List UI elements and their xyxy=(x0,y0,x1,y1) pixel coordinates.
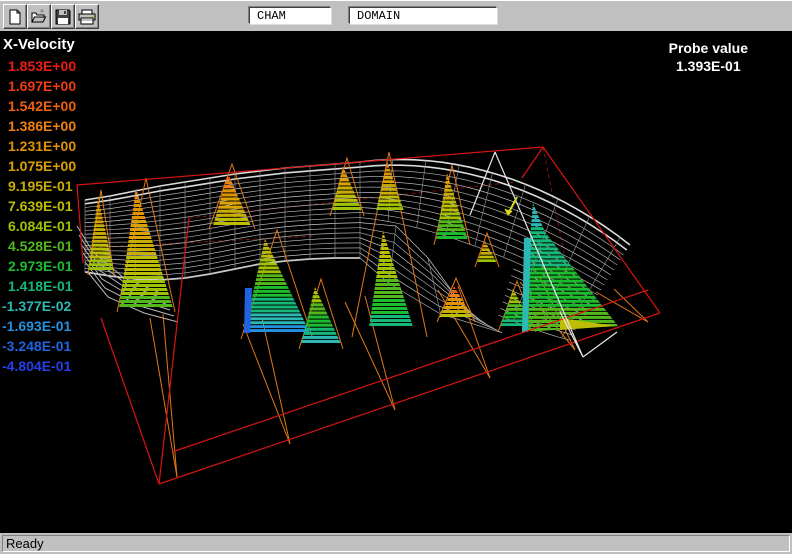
legend-entry: 1.697E+00 xyxy=(2,76,122,96)
velocity-profile xyxy=(117,188,175,307)
status-message: Ready xyxy=(2,535,790,552)
print-icon xyxy=(78,9,96,25)
legend-entry: 1.418E-01 xyxy=(2,276,122,296)
legend-entry: 1.386E+00 xyxy=(2,116,122,136)
legend-entry: -3.248E-01 xyxy=(2,336,122,356)
probe-label: Probe value xyxy=(669,39,748,57)
print-button[interactable] xyxy=(75,4,99,29)
cham-field[interactable]: CHAM xyxy=(249,7,331,24)
legend-entry: 1.542E+00 xyxy=(2,96,122,116)
new-button[interactable] xyxy=(3,4,27,29)
legend-entry: 9.195E-01 xyxy=(2,176,122,196)
legend-entry: -1.693E-01 xyxy=(2,316,122,336)
domain-field[interactable]: DOMAIN xyxy=(349,7,497,24)
save-floppy-icon xyxy=(55,9,71,25)
toolbar: CHAM DOMAIN xyxy=(0,0,792,31)
new-file-icon xyxy=(7,9,23,25)
velocity-profile xyxy=(437,286,475,317)
graphics-viewport[interactable]: X-Velocity 1.853E+001.697E+001.542E+001.… xyxy=(0,31,792,533)
save-button[interactable] xyxy=(51,4,75,29)
velocity-profile xyxy=(520,203,620,331)
legend-entry: 6.084E-01 xyxy=(2,216,122,236)
open-folder-icon xyxy=(31,9,47,25)
legend-entry: -1.377E-02 xyxy=(2,296,122,316)
legend-entry: 4.528E-01 xyxy=(2,236,122,256)
legend-entry: 2.973E-01 xyxy=(2,256,122,276)
phoenics-viewer-window: CHAM DOMAIN X-Velocity 1.853E+001.697E+0… xyxy=(0,0,792,554)
legend-entry: 1.853E+00 xyxy=(2,56,122,76)
probe-readout: Probe value 1.393E-01 xyxy=(669,39,748,75)
velocity-profile xyxy=(242,239,312,332)
legend-title: X-Velocity xyxy=(3,36,122,53)
velocity-profile xyxy=(434,173,470,239)
legend-entry: 1.075E+00 xyxy=(2,156,122,176)
open-button[interactable] xyxy=(27,4,51,29)
status-bar: Ready xyxy=(0,533,792,554)
legend-entry: -4.804E-01 xyxy=(2,356,122,376)
legend-entry: 7.639E-01 xyxy=(2,196,122,216)
velocity-profile xyxy=(475,241,499,262)
velocity-legend: X-Velocity 1.853E+001.697E+001.542E+001.… xyxy=(2,36,122,376)
velocity-profile xyxy=(299,287,343,343)
legend-entry: 1.231E+00 xyxy=(2,136,122,156)
probe-value: 1.393E-01 xyxy=(669,57,748,75)
